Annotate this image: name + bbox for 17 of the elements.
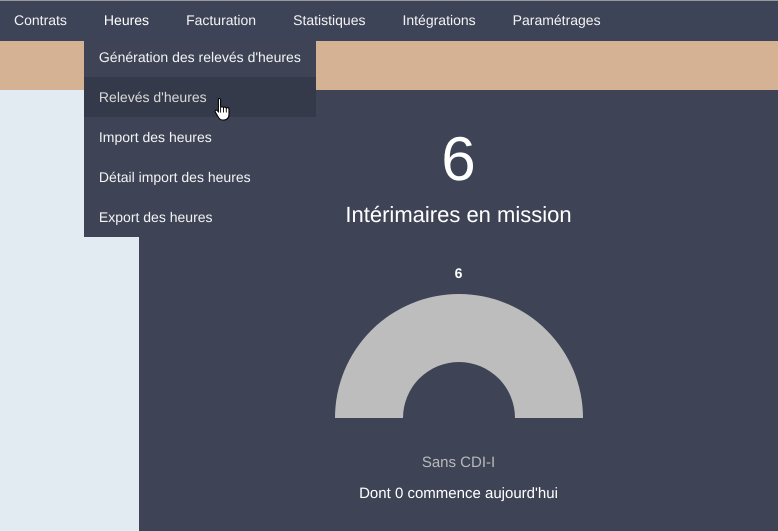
stat-value: 6 (441, 128, 476, 192)
gauge-note: Dont 0 commence aujourd'hui (359, 484, 558, 504)
nav-menu-item[interactable]: Facturation (186, 10, 256, 31)
stat-label: Intérimaires en mission (345, 201, 572, 229)
nav-menu-item[interactable]: Statistiques (293, 10, 366, 31)
nav-menu-item[interactable]: Contrats (14, 10, 67, 31)
gauge-caption: Sans CDI-I (422, 453, 496, 473)
hand-pointer-icon (214, 97, 231, 121)
dropdown-item[interactable]: Export des heures (84, 197, 316, 237)
dropdown-item[interactable]: Relevés d'heures (84, 77, 316, 117)
nav-menu-item[interactable]: Paramétrages (512, 10, 601, 31)
dropdown-item[interactable]: Import des heures (84, 117, 316, 157)
nav-menu-item[interactable]: Heures (104, 10, 150, 31)
dropdown-item[interactable]: Génération des relevés d'heures (84, 37, 316, 77)
gauge-value-label: 6 (454, 264, 462, 283)
nav-menu-item[interactable]: Intégrations (402, 10, 476, 31)
dropdown-item[interactable]: Détail import des heures (84, 157, 316, 197)
